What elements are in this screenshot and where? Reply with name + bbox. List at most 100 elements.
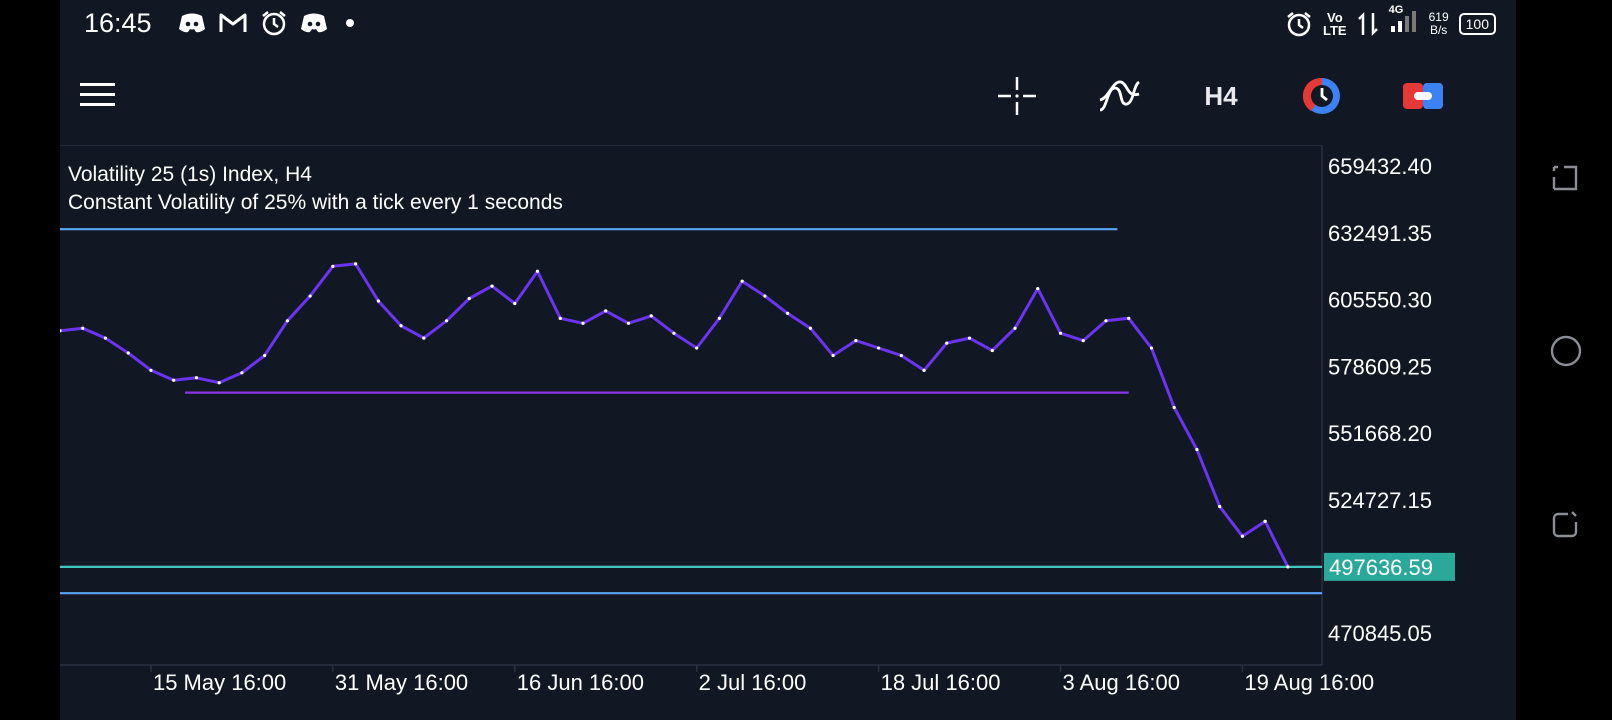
battery-indicator: 100 xyxy=(1458,12,1496,35)
price-point xyxy=(376,299,380,303)
timeframe-label: H4 xyxy=(1204,80,1238,111)
x-tick-label: 19 Aug 16:00 xyxy=(1244,670,1374,695)
price-point xyxy=(1127,316,1131,320)
back-button[interactable] xyxy=(1550,510,1580,540)
y-tick-label: 470845.05 xyxy=(1328,621,1432,646)
current-price-badge: 497636.59 xyxy=(1324,552,1455,581)
price-point xyxy=(217,381,221,385)
crosshair-button[interactable] xyxy=(992,74,1042,118)
price-point xyxy=(763,294,767,298)
x-tick-label: 31 May 16:00 xyxy=(335,670,468,695)
price-point xyxy=(263,353,267,358)
chart-svg[interactable]: 659432.40 632491.35 605550.30 578609.25 5516… xyxy=(60,144,1516,720)
chart-toolbar: H4 xyxy=(60,60,1516,132)
price-point xyxy=(467,296,471,301)
indicators-button[interactable] xyxy=(1094,74,1144,118)
price-point xyxy=(967,336,972,340)
menu-button[interactable] xyxy=(78,80,118,110)
price-point xyxy=(1013,326,1017,330)
price-point xyxy=(1036,287,1040,291)
price-point xyxy=(422,336,426,340)
volte-icon: Vo LTE xyxy=(1323,9,1347,38)
y-tick-label: 632491.35 xyxy=(1328,221,1432,246)
trade-toggle-button[interactable] xyxy=(1398,74,1448,118)
price-point xyxy=(558,316,562,320)
indicators-icon xyxy=(1099,80,1140,112)
x-tick-label: 18 Jul 16:00 xyxy=(881,670,1001,695)
price-point xyxy=(399,324,403,328)
status-right: Vo LTE 4G 619 B/s 100 xyxy=(1285,4,1496,39)
price-point xyxy=(854,339,858,343)
price-point xyxy=(308,294,312,298)
status-time: 16:45 xyxy=(84,8,152,38)
x-tick-label: 16 Jun 16:00 xyxy=(517,670,644,695)
network-type: 4G xyxy=(1388,4,1404,16)
y-tick-label: 524727.15 xyxy=(1328,488,1432,513)
alarm-icon xyxy=(1287,11,1311,36)
recent-apps-button[interactable] xyxy=(1550,163,1580,193)
price-point xyxy=(740,279,744,283)
price-point xyxy=(172,378,176,382)
price-point xyxy=(331,264,335,268)
recent-apps-icon xyxy=(1552,165,1578,191)
crosshair-icon xyxy=(998,77,1036,115)
system-nav xyxy=(1516,0,1612,720)
price-point xyxy=(899,353,903,358)
y-tick-label: 551668.20 xyxy=(1328,421,1432,446)
price-point xyxy=(1081,339,1085,343)
price-point xyxy=(444,319,449,323)
y-tick-label: 605550.30 xyxy=(1328,288,1432,313)
status-left-icons xyxy=(178,10,360,36)
price-point xyxy=(513,301,517,306)
price-point xyxy=(717,316,722,320)
price-point xyxy=(604,309,608,313)
price-point xyxy=(1149,346,1154,350)
price-point xyxy=(649,314,653,318)
price-line-1 xyxy=(1263,520,1290,568)
chart-clock-button[interactable] xyxy=(1297,74,1347,118)
price-point xyxy=(876,346,881,350)
hamburger-menu-icon xyxy=(80,83,115,106)
signal-icon: 4G xyxy=(1389,4,1419,39)
back-icon xyxy=(1552,511,1578,538)
app-screen: 16:45 Vo LTE 4G 619 B/s 100 H4 659432.40… xyxy=(60,0,1516,720)
price-point xyxy=(1263,519,1267,523)
x-tick-label: 2 Jul 16:00 xyxy=(699,670,807,695)
price-point xyxy=(1058,331,1063,335)
price-badge-text: 497636.59 xyxy=(1329,555,1433,580)
trade-toggle-icon xyxy=(1403,83,1443,109)
chart-clock-icon xyxy=(1302,77,1340,114)
home-circle-icon xyxy=(1550,335,1582,367)
status-bar: 16:45 Vo LTE 4G 619 B/s 100 xyxy=(60,0,1516,48)
data-rate: 619 B/s xyxy=(1428,9,1449,37)
price-point xyxy=(808,326,812,330)
x-tick-label: 3 Aug 16:00 xyxy=(1063,670,1180,695)
price-point xyxy=(672,331,676,335)
price-point xyxy=(285,319,289,323)
timeframe-button[interactable]: H4 xyxy=(1196,74,1246,118)
gmail-icon xyxy=(219,13,247,32)
price-chart[interactable]: 659432.40 632491.35 605550.30 578609.25 5516… xyxy=(60,144,1516,720)
price-point xyxy=(990,348,994,353)
price-point xyxy=(194,376,199,380)
alarm-icon xyxy=(262,11,286,36)
price-point xyxy=(354,262,358,266)
price-point xyxy=(1240,534,1245,538)
x-tick-label: 15 May 16:00 xyxy=(153,670,286,695)
price-point xyxy=(786,311,790,315)
price-point xyxy=(240,371,244,375)
price-point xyxy=(103,336,108,340)
chart-title: Volatility 25 (1s) Index, H4 xyxy=(68,163,312,186)
home-button[interactable] xyxy=(1550,335,1582,367)
x-axis: 15 May 16:00 31 May 16:00 16 Jun 16:00 2 Ju… xyxy=(150,665,1374,695)
horizontal-lines xyxy=(60,228,1322,595)
price-point xyxy=(695,346,699,350)
chart-legend: Volatility 25 (1s) Index, H4 Constant Vo… xyxy=(68,161,563,217)
y-tick-label: 578609.25 xyxy=(1328,354,1432,379)
price-point xyxy=(126,351,130,355)
price-point xyxy=(831,353,835,358)
price-point xyxy=(1286,565,1290,569)
price-point xyxy=(1172,405,1176,410)
price-series xyxy=(60,262,1290,569)
y-tick-label: 659432.40 xyxy=(1328,154,1432,179)
